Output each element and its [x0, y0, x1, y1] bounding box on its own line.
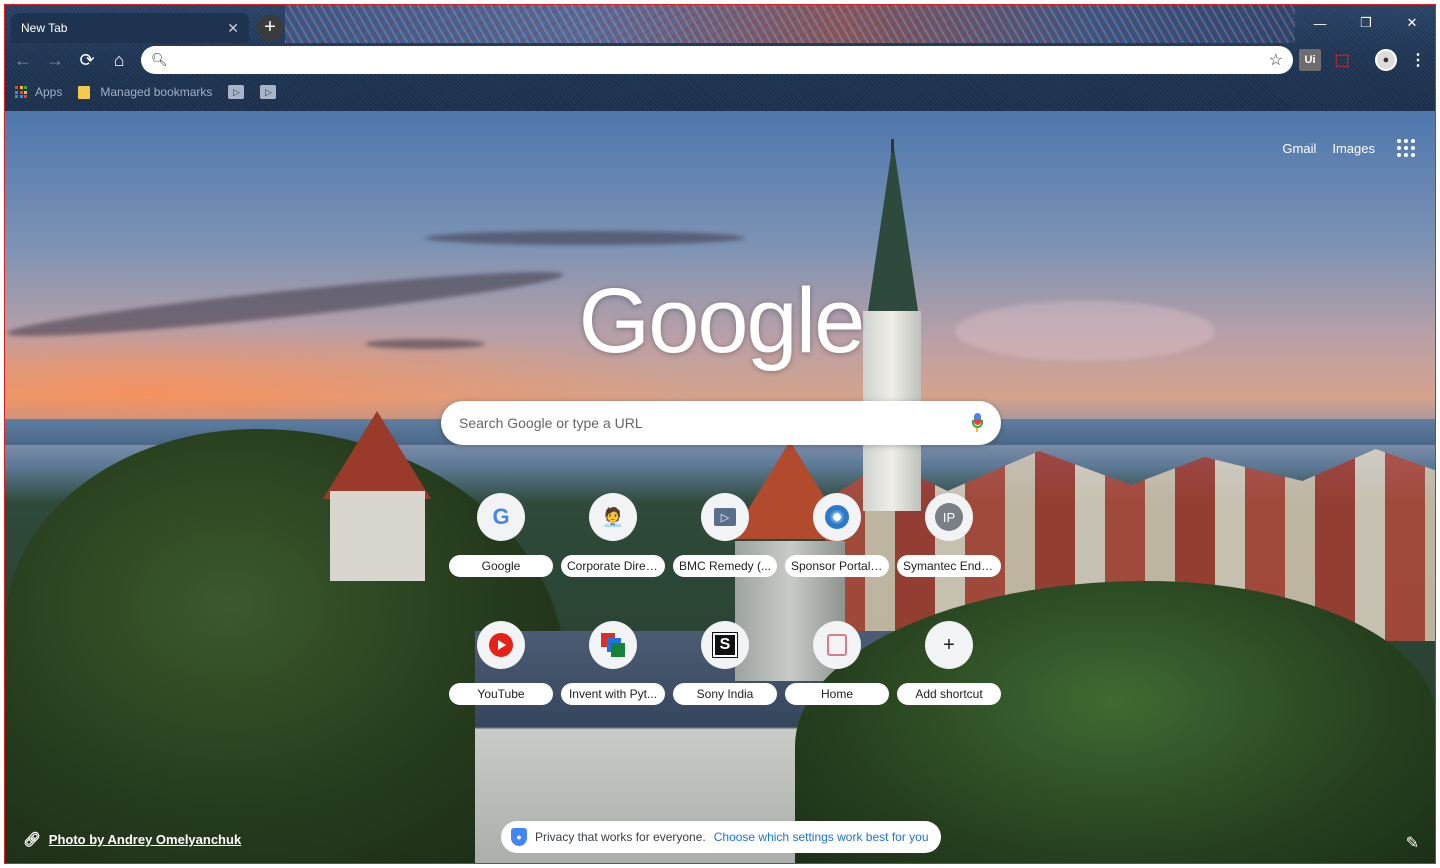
new-tab-button[interactable]: + [257, 15, 283, 41]
shortcut-label: Home [785, 683, 889, 705]
window-controls: — ❐ ✕ [1297, 11, 1435, 35]
attribution-label: Photo by Andrey Omelyanchuk [48, 832, 242, 847]
shortcut-label: Corporate Direc... [561, 555, 665, 577]
ip-monogram-icon: IP [925, 493, 973, 541]
toolbar: ← → ⟳ ⌂ 🔍︎ ☆ Ui ⬚ ● ⋮ [5, 43, 1435, 77]
sony-s-icon: S [701, 621, 749, 669]
shortcut-sony-india[interactable]: S Sony India [669, 619, 781, 727]
google-icon: G [477, 493, 525, 541]
shortcut-google[interactable]: G Google [445, 491, 557, 599]
search-input[interactable] [459, 415, 971, 431]
omnibox[interactable]: 🔍︎ ☆ [141, 46, 1293, 74]
address-input[interactable] [173, 52, 1269, 68]
images-link[interactable]: Images [1332, 141, 1375, 156]
bookmark-apps[interactable]: Apps [15, 85, 62, 99]
directory-icon: 🧑‍💼 [589, 493, 637, 541]
tab-title: New Tab [21, 21, 68, 35]
background-spire-tip [891, 139, 894, 153]
home-button[interactable]: ⌂ [103, 45, 135, 75]
bookmark-remedy-1[interactable]: ▷ [228, 85, 245, 99]
privacy-promo[interactable]: ● Privacy that works for everyone. Choos… [501, 821, 941, 853]
shortcut-label: Invent with Pyt... [561, 683, 665, 705]
shortcut-label: Sponsor Portal ... [785, 555, 889, 577]
microphone-icon[interactable] [971, 413, 983, 433]
photo-attribution[interactable]: 🔗︎ Photo by Andrey Omelyanchuk [23, 831, 241, 848]
bookmark-star-icon[interactable]: ☆ [1269, 50, 1283, 70]
restore-button[interactable]: ❐ [1343, 11, 1389, 35]
menu-icon[interactable]: ⋮ [1407, 49, 1429, 71]
customize-pencil-icon[interactable]: ✎ [1406, 833, 1419, 853]
google-apps-icon[interactable] [1397, 139, 1415, 157]
browser-window: New Tab ✕ + — ❐ ✕ ← → ⟳ ⌂ 🔍︎ ☆ Ui ⬚ ● ⋮ [4, 4, 1436, 864]
shortcut-youtube[interactable]: YouTube [445, 619, 557, 727]
shortcut-label: Add shortcut [897, 683, 1001, 705]
remedy-icon: ▷ [701, 493, 749, 541]
folder-icon [78, 85, 91, 99]
shortcut-label: BMC Remedy (... [673, 555, 777, 577]
add-shortcut-button[interactable]: + Add shortcut [893, 619, 1005, 727]
shortcut-invent-with-python[interactable]: Invent with Pyt... [557, 619, 669, 727]
privacy-text: Privacy that works for everyone. [535, 830, 706, 844]
search-icon: 🔍︎ [151, 52, 168, 67]
plus-icon: + [925, 621, 973, 669]
shortcut-label: Sony India [673, 683, 777, 705]
bookmark-managed-label: Managed bookmarks [100, 85, 213, 99]
pdf-extension-icon[interactable]: ⬚ [1331, 49, 1353, 71]
shortcut-corporate-directory[interactable]: 🧑‍💼 Corporate Direc... [557, 491, 669, 599]
forward-button[interactable]: → [39, 45, 71, 75]
link-icon: 🔗︎ [23, 831, 41, 847]
ui-extension-icon[interactable]: Ui [1299, 49, 1321, 71]
bookmarks-bar: Apps Managed bookmarks ▷ ▷ [5, 80, 292, 104]
remedy-icon: ▷ [228, 85, 245, 99]
globe-icon [813, 493, 861, 541]
reload-button[interactable]: ⟳ [71, 45, 103, 75]
privacy-settings-link[interactable]: Choose which settings work best for you [714, 830, 929, 844]
top-links: Gmail Images [1282, 141, 1375, 156]
shortcut-bmc-remedy[interactable]: ▷ BMC Remedy (... [669, 491, 781, 599]
new-tab-page: Gmail Images Google G Google 🧑‍💼 Corpora… [5, 111, 1435, 863]
shortcut-symantec[interactable]: IP Symantec Endp... [893, 491, 1005, 599]
bookmark-apps-label: Apps [35, 85, 63, 99]
shortcut-sponsor-portal[interactable]: Sponsor Portal ... [781, 491, 893, 599]
shield-icon: ● [511, 828, 527, 846]
profile-avatar[interactable]: ● [1375, 49, 1397, 71]
background-tower [330, 491, 425, 581]
shortcut-home[interactable]: Home [781, 619, 893, 727]
shortcut-label: YouTube [449, 683, 553, 705]
home-device-icon [813, 621, 861, 669]
apps-grid-icon [15, 86, 27, 98]
bookmark-managed[interactable]: Managed bookmarks [78, 85, 212, 99]
close-window-button[interactable]: ✕ [1389, 11, 1435, 35]
background-tower-roof [323, 411, 431, 499]
gmail-link[interactable]: Gmail [1282, 141, 1316, 156]
google-logo: Google [578, 270, 866, 372]
remedy-icon: ▷ [260, 85, 277, 99]
theme-banner [285, 5, 1295, 43]
shortcuts-grid: G Google 🧑‍💼 Corporate Direc... ▷ BMC Re… [445, 491, 1005, 727]
search-box[interactable] [441, 401, 1001, 445]
browser-chrome: New Tab ✕ + — ❐ ✕ ← → ⟳ ⌂ 🔍︎ ☆ Ui ⬚ ● ⋮ [5, 5, 1435, 111]
tab-close-icon[interactable]: ✕ [227, 20, 239, 37]
minimize-button[interactable]: — [1297, 11, 1343, 35]
bookmark-remedy-2[interactable]: ▷ [260, 85, 277, 99]
back-button[interactable]: ← [7, 45, 39, 75]
youtube-icon [477, 621, 525, 669]
python-book-icon [589, 621, 637, 669]
background-cloud [425, 231, 745, 245]
tab-new-tab[interactable]: New Tab ✕ [11, 13, 249, 43]
shortcut-label: Symantec Endp... [897, 555, 1001, 577]
shortcut-label: Google [449, 555, 553, 577]
